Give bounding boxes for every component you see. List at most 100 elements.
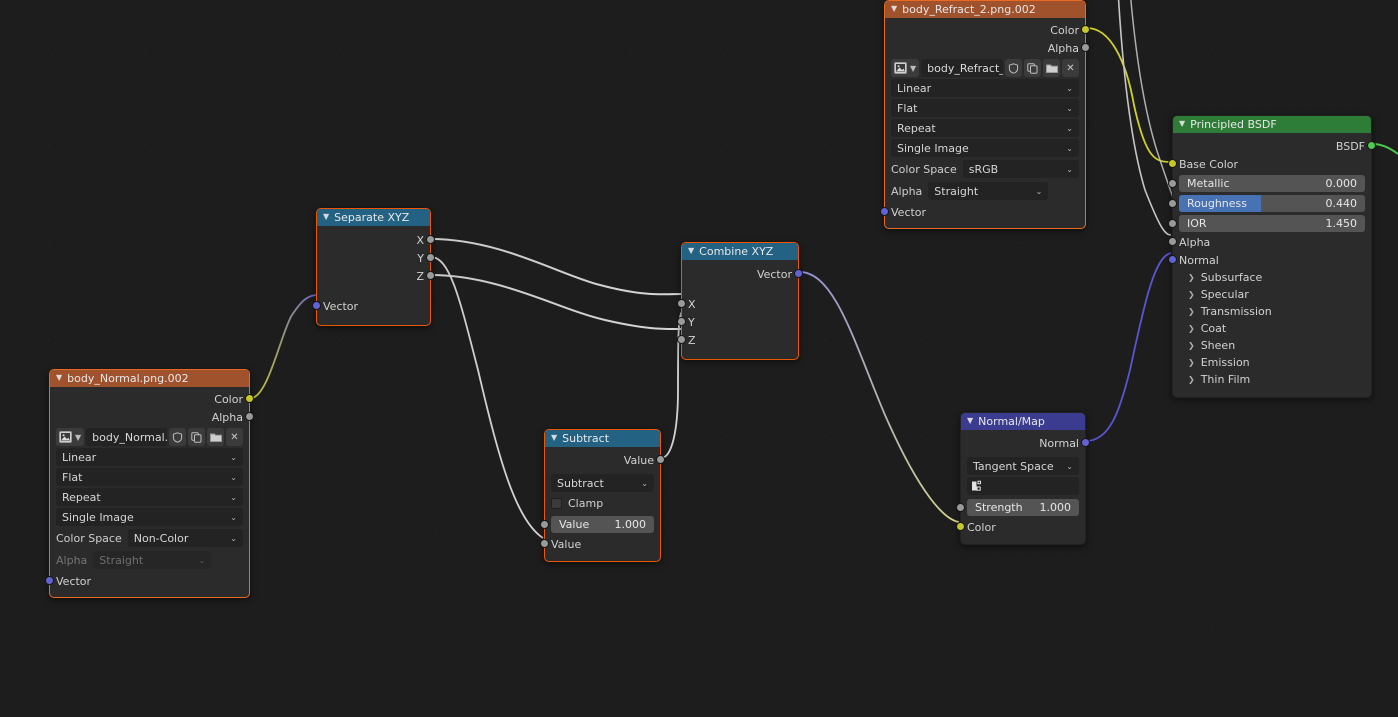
color-input-socket[interactable]	[956, 522, 965, 531]
strength-field[interactable]: Strength 1.000	[967, 499, 1079, 516]
chevron-down-icon[interactable]: ▼	[75, 433, 81, 442]
chevron-right-icon[interactable]: ❯	[1188, 307, 1195, 316]
node-header[interactable]: ▼ Combine XYZ	[682, 243, 798, 260]
node-header[interactable]: ▼ Subtract	[545, 430, 660, 447]
z-input-socket[interactable]	[677, 335, 686, 344]
chevron-down-icon[interactable]: ⌄	[1066, 165, 1073, 174]
copy-icon[interactable]	[188, 428, 205, 446]
ior-input-socket[interactable]	[1168, 219, 1177, 228]
node-combine-xyz[interactable]: ▼ Combine XYZ Vector X Y Z	[677, 242, 803, 360]
chevron-down-icon[interactable]: ⌄	[1066, 462, 1073, 471]
panel-emission[interactable]: ❯ Emission	[1179, 354, 1365, 371]
alpha-input-socket[interactable]	[1168, 237, 1177, 246]
chevron-down-icon[interactable]: ⌄	[230, 453, 237, 462]
ior-slider[interactable]: IOR 1.450	[1179, 214, 1365, 232]
operation-dropdown[interactable]: Subtract ⌄	[551, 474, 654, 492]
node-body-refract-image-texture[interactable]: ▼ body_Refract_2.png.002 Color Alpha ▼ b…	[880, 0, 1090, 229]
image-browse-button[interactable]: ▼	[891, 59, 920, 77]
chevron-down-icon[interactable]: ⌄	[1036, 187, 1043, 196]
vector-input-socket[interactable]	[880, 207, 889, 216]
close-icon[interactable]: ✕	[226, 428, 243, 446]
image-browse-button[interactable]: ▼	[56, 428, 85, 446]
base-color-input-socket[interactable]	[1168, 159, 1177, 168]
folder-icon[interactable]	[207, 428, 224, 446]
image-datablock-bar[interactable]: ▼ body_Refract_2.... ✕	[891, 59, 1079, 77]
panel-coat[interactable]: ❯ Coat	[1179, 320, 1365, 337]
shield-icon[interactable]	[169, 428, 186, 446]
chevron-down-icon[interactable]: ▼	[688, 243, 694, 259]
node-header[interactable]: ▼ Normal/Map	[961, 413, 1085, 430]
extension-dropdown[interactable]: Repeat ⌄	[56, 488, 243, 506]
alpha-mode-dropdown[interactable]: Straight ⌄	[928, 182, 1049, 200]
close-icon[interactable]: ✕	[1062, 59, 1079, 77]
chevron-down-icon[interactable]: ⌄	[1066, 124, 1073, 133]
vector-output-socket[interactable]	[794, 269, 803, 278]
clamp-checkbox[interactable]	[551, 497, 562, 509]
extension-dropdown[interactable]: Repeat ⌄	[891, 119, 1079, 137]
panel-thin-film[interactable]: ❯ Thin Film	[1179, 371, 1365, 388]
panel-sheen[interactable]: ❯ Sheen	[1179, 337, 1365, 354]
normal-output-socket[interactable]	[1081, 438, 1090, 447]
chevron-right-icon[interactable]: ❯	[1188, 375, 1195, 384]
strength-input-socket[interactable]	[956, 503, 965, 512]
chevron-right-icon[interactable]: ❯	[1188, 290, 1195, 299]
vector-input-socket[interactable]	[45, 576, 54, 585]
chevron-down-icon[interactable]: ▼	[967, 413, 973, 429]
color-space-dropdown[interactable]: sRGB ⌄	[962, 160, 1079, 178]
node-principled-bsdf[interactable]: ▼ Principled BSDF BSDF Base Color Metall…	[1168, 115, 1376, 398]
image-name-field[interactable]: body_Normal.pn...	[86, 428, 167, 446]
alpha-output-socket[interactable]	[1081, 43, 1090, 52]
chevron-right-icon[interactable]: ❯	[1188, 273, 1195, 282]
z-output-socket[interactable]	[426, 271, 435, 280]
chevron-down-icon[interactable]: ⌄	[1066, 104, 1073, 113]
roughness-input-socket[interactable]	[1168, 199, 1177, 208]
panel-specular[interactable]: ❯ Specular	[1179, 286, 1365, 303]
node-header[interactable]: ▼ Separate XYZ	[317, 209, 430, 226]
folder-icon[interactable]	[1043, 59, 1060, 77]
panel-transmission[interactable]: ❯ Transmission	[1179, 303, 1365, 320]
x-output-socket[interactable]	[426, 235, 435, 244]
alpha-output-socket[interactable]	[245, 412, 254, 421]
node-body-normal-image-texture[interactable]: ▼ body_Normal.png.002 Color Alpha ▼ body…	[45, 369, 254, 598]
node-math-subtract[interactable]: ▼ Subtract Value Subtract ⌄ Clamp Value …	[540, 429, 665, 562]
y-input-socket[interactable]	[677, 317, 686, 326]
chevron-right-icon[interactable]: ❯	[1188, 324, 1195, 333]
image-name-field[interactable]: body_Refract_2....	[921, 59, 1003, 77]
node-separate-xyz[interactable]: ▼ Separate XYZ X Y Z Vector	[312, 208, 435, 326]
chevron-down-icon[interactable]: ▼	[551, 430, 557, 446]
x-input-socket[interactable]	[677, 299, 686, 308]
interpolation-dropdown[interactable]: Linear ⌄	[891, 79, 1079, 97]
chevron-down-icon[interactable]: ⌄	[230, 513, 237, 522]
projection-dropdown[interactable]: Flat ⌄	[56, 468, 243, 486]
chevron-down-icon[interactable]: ⌄	[641, 479, 648, 488]
metallic-slider[interactable]: Metallic 0.000	[1179, 174, 1365, 192]
color-output-socket[interactable]	[1081, 25, 1090, 34]
chevron-down-icon[interactable]: ▼	[891, 1, 897, 17]
node-normal-map[interactable]: ▼ Normal/Map Normal Tangent Space ⌄ Stre…	[956, 412, 1090, 545]
value-a-input-socket[interactable]	[540, 520, 549, 529]
chevron-down-icon[interactable]: ⌄	[230, 473, 237, 482]
chevron-down-icon[interactable]: ▼	[56, 370, 62, 386]
chevron-down-icon[interactable]: ⌄	[1066, 144, 1073, 153]
node-header[interactable]: ▼ Principled BSDF	[1173, 116, 1371, 133]
panel-subsurface[interactable]: ❯ Subsurface	[1179, 269, 1365, 286]
normal-input-socket[interactable]	[1168, 255, 1177, 264]
chevron-right-icon[interactable]: ❯	[1188, 358, 1195, 367]
node-header[interactable]: ▼ body_Normal.png.002	[50, 370, 249, 387]
shield-icon[interactable]	[1005, 59, 1022, 77]
color-output-socket[interactable]	[245, 394, 254, 403]
space-dropdown[interactable]: Tangent Space ⌄	[967, 457, 1079, 475]
value-b-input-socket[interactable]	[540, 539, 549, 548]
uv-map-field[interactable]	[967, 477, 1079, 495]
chevron-down-icon[interactable]: ▼	[323, 209, 329, 225]
projection-dropdown[interactable]: Flat ⌄	[891, 99, 1079, 117]
copy-icon[interactable]	[1024, 59, 1041, 77]
interpolation-dropdown[interactable]: Linear ⌄	[56, 448, 243, 466]
value-a-field[interactable]: Value 1.000	[551, 516, 654, 533]
color-space-dropdown[interactable]: Non-Color ⌄	[127, 529, 243, 547]
roughness-slider[interactable]: Roughness 0.440	[1179, 194, 1365, 212]
clamp-row[interactable]: Clamp	[551, 494, 654, 512]
chevron-right-icon[interactable]: ❯	[1188, 341, 1195, 350]
source-dropdown[interactable]: Single Image ⌄	[891, 139, 1079, 157]
metallic-input-socket[interactable]	[1168, 179, 1177, 188]
